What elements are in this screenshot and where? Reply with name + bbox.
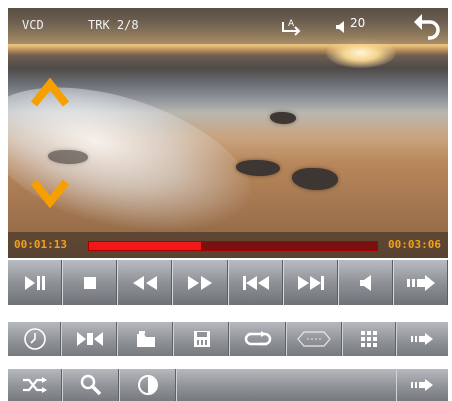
total-time: 00:03:06 bbox=[388, 238, 441, 251]
rewind-icon bbox=[133, 275, 158, 290]
progress-bar[interactable] bbox=[88, 241, 378, 251]
shuffle-button[interactable] bbox=[8, 369, 63, 401]
fast-forward-icon bbox=[188, 275, 213, 290]
repeat-button[interactable] bbox=[230, 322, 287, 356]
play-pause-icon bbox=[25, 275, 46, 290]
previous-track-button[interactable] bbox=[229, 260, 284, 305]
previous-track-icon bbox=[242, 275, 269, 290]
format-label: VCD bbox=[22, 18, 44, 32]
mute-button[interactable] bbox=[339, 260, 394, 305]
status-bar: VCD TRK 2/8 A 20 bbox=[8, 8, 448, 44]
osd-button[interactable] bbox=[287, 322, 343, 356]
mute-icon bbox=[359, 274, 371, 291]
stop-icon bbox=[84, 276, 97, 289]
grid-button[interactable] bbox=[343, 322, 397, 356]
elapsed-time: 00:01:13 bbox=[14, 238, 67, 251]
scroll-down-arrow-icon[interactable] bbox=[30, 178, 70, 208]
more-button[interactable] bbox=[396, 369, 448, 401]
rock bbox=[292, 168, 338, 190]
clock-icon bbox=[23, 328, 46, 350]
osd-icon bbox=[297, 331, 331, 347]
volume-icon[interactable] bbox=[334, 20, 348, 34]
video-screen: VCD TRK 2/8 A 20 00:01:13 00:03:06 bbox=[8, 8, 448, 305]
next-track-button[interactable] bbox=[284, 260, 339, 305]
zoom-button[interactable] bbox=[62, 322, 119, 356]
grid-icon bbox=[361, 331, 378, 347]
fast-forward-button[interactable] bbox=[173, 260, 229, 305]
rock bbox=[270, 112, 296, 124]
search-icon bbox=[80, 374, 102, 396]
svg-text:A: A bbox=[288, 19, 295, 29]
zoom-icon bbox=[76, 332, 103, 346]
more-arrow-icon bbox=[411, 333, 434, 345]
back-icon[interactable] bbox=[412, 12, 442, 40]
volume-level: 20 bbox=[350, 16, 366, 30]
contrast-button[interactable] bbox=[120, 369, 177, 401]
video-frame bbox=[8, 8, 448, 269]
rewind-button[interactable] bbox=[118, 260, 174, 305]
save-button[interactable] bbox=[174, 322, 231, 356]
track-label: TRK 2/8 bbox=[88, 18, 139, 32]
next-page-button[interactable] bbox=[394, 260, 448, 305]
playback-controls bbox=[8, 260, 448, 305]
next-track-icon bbox=[297, 275, 324, 290]
toolbar-2 bbox=[8, 369, 448, 401]
next-page-arrow-icon bbox=[406, 274, 435, 291]
clock-button[interactable] bbox=[8, 322, 63, 356]
shuffle-icon bbox=[23, 377, 47, 393]
stop-button[interactable] bbox=[63, 260, 119, 305]
more-arrow-icon bbox=[411, 379, 433, 391]
rock bbox=[236, 160, 280, 176]
repeat-icon bbox=[244, 331, 272, 346]
more-button[interactable] bbox=[397, 322, 448, 356]
progress-row: 00:01:13 00:03:06 bbox=[8, 232, 448, 258]
toolbar-1 bbox=[8, 322, 448, 356]
folder-icon bbox=[136, 331, 155, 347]
folder-button[interactable] bbox=[118, 322, 175, 356]
contrast-icon bbox=[138, 375, 158, 395]
scroll-up-arrow-icon[interactable] bbox=[30, 78, 70, 108]
audio-channel-icon[interactable]: A bbox=[280, 16, 302, 36]
search-button[interactable] bbox=[63, 369, 120, 401]
play-pause-button[interactable] bbox=[8, 260, 64, 305]
save-icon bbox=[193, 331, 210, 347]
progress-fill bbox=[89, 242, 202, 250]
rock bbox=[48, 150, 88, 164]
